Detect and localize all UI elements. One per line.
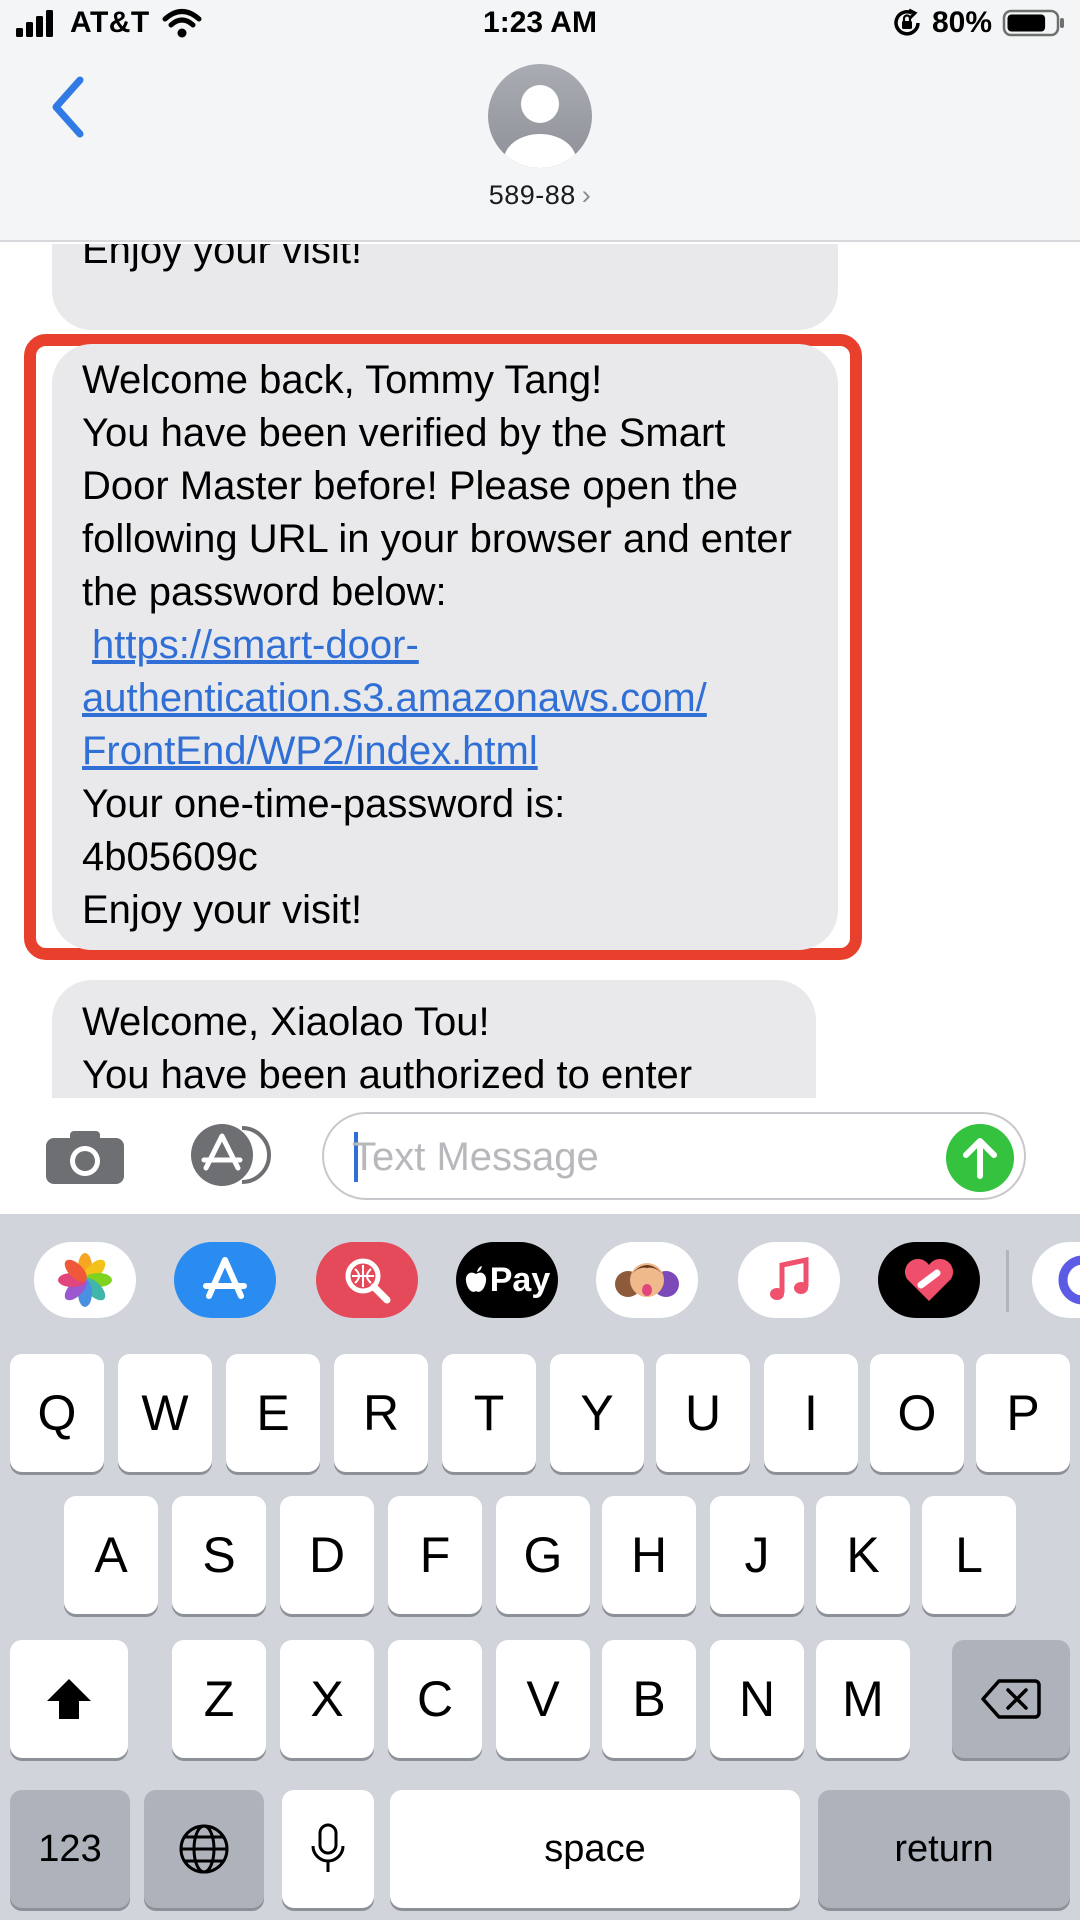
battery-percent: 80% (931, 6, 992, 39)
key-o[interactable]: O (870, 1354, 964, 1472)
key-w[interactable]: W (118, 1354, 212, 1472)
battery-icon (1002, 9, 1064, 37)
app-store-icon (191, 1124, 271, 1186)
key-e[interactable]: E (226, 1354, 320, 1472)
send-button[interactable] (946, 1124, 1014, 1192)
imessage-app-strip: Pay (0, 1214, 1080, 1344)
delete-icon (981, 1679, 1041, 1719)
memoji-app-icon[interactable] (596, 1242, 698, 1318)
key-c[interactable]: C (388, 1640, 482, 1758)
key-d[interactable]: D (280, 1496, 374, 1614)
digital-touch-app-icon[interactable] (878, 1242, 980, 1318)
key-k[interactable]: K (816, 1496, 910, 1614)
contact-name-button[interactable]: 589-88 › (0, 180, 1080, 211)
microphone-icon (311, 1823, 345, 1872)
status-bar: AT&T 1:23 AM 80% (0, 0, 1080, 52)
message-list[interactable]: ca7e5e5e Enjoy your visit! Welcome back,… (0, 244, 1080, 1098)
person-silhouette-icon (504, 85, 576, 168)
key-n[interactable]: N (710, 1640, 804, 1758)
key-z[interactable]: Z (172, 1640, 266, 1758)
message-input[interactable] (352, 1128, 912, 1186)
globe-key[interactable] (144, 1790, 264, 1908)
message-bubble[interactable]: Welcome, Xiaolao Tou! You have been auth… (52, 980, 816, 1098)
key-b[interactable]: B (602, 1640, 696, 1758)
arrow-up-icon (963, 1138, 997, 1179)
key-m[interactable]: M (816, 1640, 910, 1758)
message-link[interactable]: https://smart-door- authentication.s3.am… (82, 619, 808, 778)
apps-button[interactable] (182, 1122, 276, 1188)
key-x[interactable]: X (280, 1640, 374, 1758)
key-g[interactable]: G (496, 1496, 590, 1614)
key-u[interactable]: U (656, 1354, 750, 1472)
status-right: 80% (892, 6, 1066, 40)
key-r[interactable]: R (334, 1354, 428, 1472)
keyboard: Q W E R T Y U I O P A S D F G H J K L Z … (0, 1344, 1080, 1920)
app-store-app-icon[interactable] (174, 1242, 276, 1318)
app-strip-divider (1006, 1250, 1009, 1312)
shift-key[interactable] (10, 1640, 128, 1758)
conversation-header: AT&T 1:23 AM 80% 589-88 › (0, 0, 1080, 242)
key-h[interactable]: H (602, 1496, 696, 1614)
message-greeting: Welcome back, Tommy Tang! (82, 358, 603, 402)
return-key[interactable]: return (818, 1790, 1070, 1908)
message-body: You have been verified by the Smart Door… (82, 411, 792, 614)
chevron-left-icon (52, 76, 84, 138)
key-q[interactable]: Q (10, 1354, 104, 1472)
key-v[interactable]: V (496, 1640, 590, 1758)
orientation-lock-icon (894, 8, 920, 36)
message-input-bar (0, 1098, 1080, 1214)
otp-code: 4b05609c (82, 835, 258, 879)
key-a[interactable]: A (64, 1496, 158, 1614)
key-p[interactable]: P (976, 1354, 1070, 1472)
link-line: https://smart-door- (92, 623, 419, 667)
contact-avatar[interactable] (488, 64, 592, 168)
numbers-key[interactable]: 123 (10, 1790, 130, 1908)
otp-label: Your one-time-password is: (82, 782, 566, 826)
message-line: Enjoy your visit! (82, 244, 363, 272)
globe-icon (179, 1824, 229, 1874)
link-line: authentication.s3.amazonaws.com/ (82, 676, 707, 720)
space-key[interactable]: space (390, 1790, 800, 1908)
photos-app-icon[interactable] (34, 1242, 136, 1318)
dictation-key[interactable] (282, 1790, 374, 1908)
key-j[interactable]: J (710, 1496, 804, 1614)
key-i[interactable]: I (764, 1354, 858, 1472)
camera-button[interactable] (44, 1128, 126, 1186)
link-line: FrontEnd/WP2/index.html (82, 729, 538, 773)
contact-name: 589-88 (488, 180, 576, 210)
key-f[interactable]: F (388, 1496, 482, 1614)
apple-logo-icon (465, 1266, 486, 1292)
key-y[interactable]: Y (550, 1354, 644, 1472)
delete-key[interactable] (952, 1640, 1070, 1758)
more-app-icon[interactable] (1032, 1242, 1080, 1318)
camera-icon (46, 1131, 124, 1184)
apple-pay-label: Pay (489, 1260, 551, 1299)
chevron-right-icon: › (581, 180, 592, 210)
message-bubble-highlighted[interactable]: Welcome back, Tommy Tang! You have been … (52, 344, 838, 950)
apple-pay-app-icon[interactable]: Pay (456, 1242, 558, 1318)
key-s[interactable]: S (172, 1496, 266, 1614)
message-text-field[interactable] (322, 1112, 1026, 1200)
image-search-app-icon[interactable] (316, 1242, 418, 1318)
message-closing: Enjoy your visit! (82, 888, 363, 932)
message-bubble[interactable]: ca7e5e5e Enjoy your visit! (52, 244, 838, 330)
back-button[interactable] (44, 72, 94, 142)
key-l[interactable]: L (922, 1496, 1016, 1614)
shift-icon (47, 1679, 91, 1719)
key-t[interactable]: T (442, 1354, 536, 1472)
music-app-icon[interactable] (738, 1242, 840, 1318)
message-body: You have been authorized to enter (82, 1053, 693, 1097)
message-greeting: Welcome, Xiaolao Tou! (82, 1000, 490, 1044)
